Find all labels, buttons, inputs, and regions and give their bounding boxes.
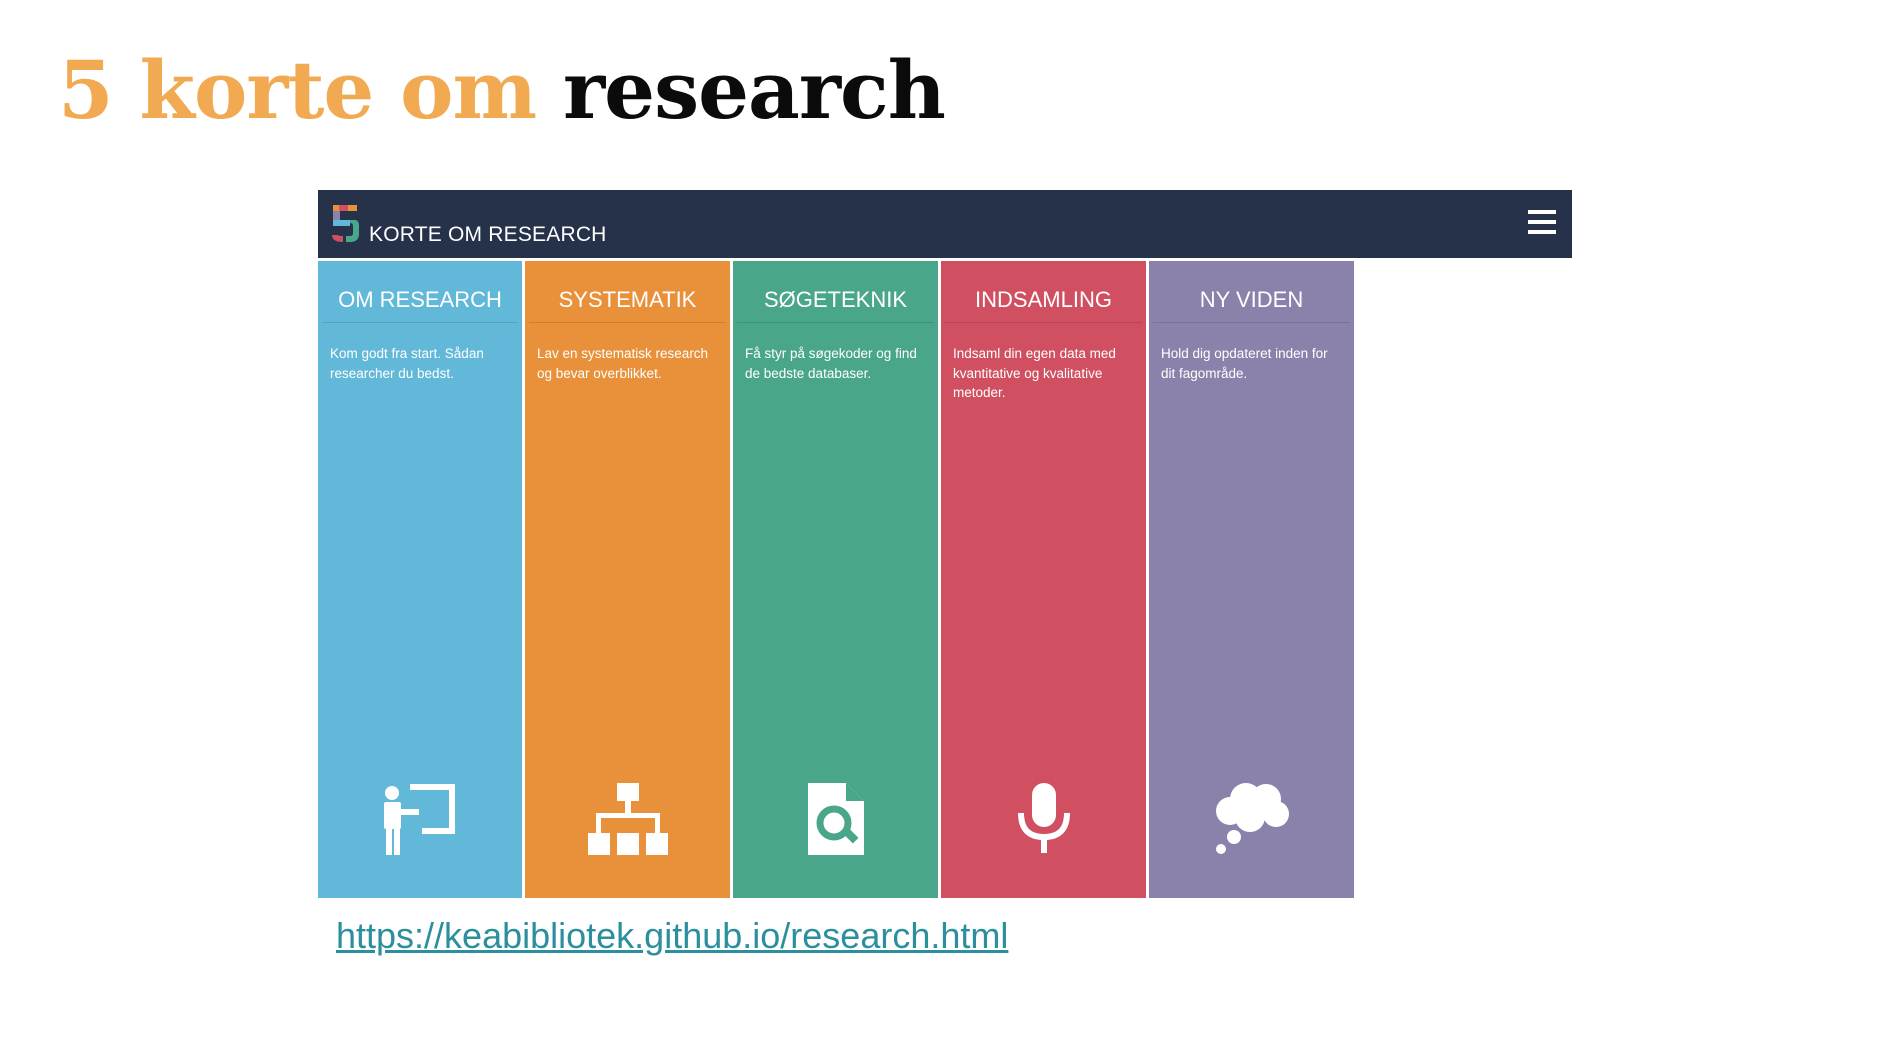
category-columns: OM RESEARCH Kom godt fra start. Sådan re…	[318, 258, 1572, 898]
divider	[322, 322, 518, 323]
divider	[737, 322, 934, 323]
menu-bar-icon	[1528, 220, 1556, 224]
column-title[interactable]: NY VIDEN	[1149, 261, 1354, 319]
slide-title-accent: 5 korte om	[58, 43, 537, 137]
divider	[529, 322, 726, 323]
slide-title-main: research	[563, 43, 946, 137]
column-title[interactable]: SYSTEMATIK	[525, 261, 730, 319]
column-title[interactable]: OM RESEARCH	[318, 261, 522, 319]
navbar: KORTE OM RESEARCH	[318, 190, 1572, 258]
presenter-board-icon	[384, 784, 455, 855]
column-indsamling[interactable]: INDSAMLING Indsaml din egen data med kva…	[941, 261, 1146, 898]
slide-title: 5 korte om research	[58, 40, 946, 140]
column-description: Få styr på søgekoder og find de bedste d…	[745, 346, 917, 381]
hamburger-menu-button[interactable]	[1528, 208, 1556, 236]
brand-title[interactable]: KORTE OM RESEARCH	[369, 223, 607, 247]
column-soegeteknik[interactable]: SØGETEKNIK Få styr på søgekoder og find …	[733, 261, 938, 898]
sitemap-icon	[587, 783, 668, 855]
column-description: Lav en systematisk research og bevar ove…	[537, 346, 709, 381]
microphone-icon	[1017, 783, 1070, 853]
column-ny-viden[interactable]: NY VIDEN Hold dig opdateret inden for di…	[1149, 261, 1354, 898]
thought-cloud-icon	[1215, 783, 1289, 854]
column-description: Kom godt fra start. Sådan researcher du …	[330, 346, 484, 381]
column-description: Hold dig opdateret inden for dit fagområ…	[1161, 346, 1328, 381]
research-url-link[interactable]: https://keabibliotek.github.io/research.…	[336, 915, 1008, 957]
menu-bar-icon	[1528, 230, 1556, 234]
divider	[1153, 322, 1350, 323]
file-search-icon	[807, 783, 864, 855]
column-om-research[interactable]: OM RESEARCH Kom godt fra start. Sådan re…	[318, 261, 522, 898]
logo-icon[interactable]	[330, 204, 360, 244]
column-title[interactable]: SØGETEKNIK	[733, 261, 938, 319]
divider	[945, 322, 1142, 323]
website-screenshot: KORTE OM RESEARCH OM RESEARCH Kom godt f…	[318, 190, 1572, 898]
column-description: Indsaml din egen data med kvantitative o…	[953, 346, 1116, 400]
column-systematik[interactable]: SYSTEMATIK Lav en systematisk research o…	[525, 261, 730, 898]
column-title[interactable]: INDSAMLING	[941, 261, 1146, 319]
menu-bar-icon	[1528, 210, 1556, 214]
